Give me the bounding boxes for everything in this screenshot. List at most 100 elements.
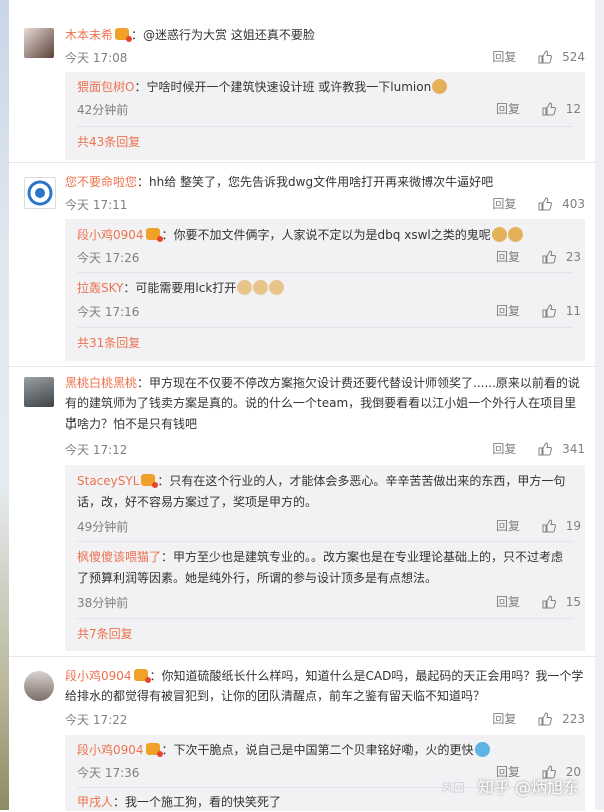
reply-text-line: StaceySYL ：只有在这个行业的人，才能体会多恶心。辛辛苦苦做出来的东西，甲… xyxy=(77,471,577,491)
reply-text: ：可能需要用lck打开 xyxy=(123,281,237,295)
reply-text: ：你要不加文件俩字，人家说不定以为是dbq xswl之类的鬼呢 xyxy=(161,228,491,242)
like-icon[interactable] xyxy=(538,196,553,211)
reply-button[interactable]: 回复 xyxy=(496,100,520,117)
reply-text: ：我一个施工狗，看的快笑死了 xyxy=(113,795,282,809)
like-count: 341 xyxy=(562,441,585,456)
divider xyxy=(77,541,573,542)
divider xyxy=(77,272,573,273)
like-count: 11 xyxy=(565,303,581,318)
divider xyxy=(77,126,573,127)
vip-badge-icon xyxy=(145,743,163,757)
reply-user[interactable]: 枫傻傻该喂猫了 xyxy=(77,550,161,564)
reply-button[interactable]: 回复 xyxy=(492,195,516,212)
like-icon[interactable] xyxy=(542,303,556,318)
reply-text: ：甲方至少也是建筑专业的。。改方案也是在专业理论基础上的，只不过考虑 xyxy=(161,550,564,564)
comment-text-line: 了啥力？怕不是只有钱吧 xyxy=(65,417,198,431)
reply-user[interactable]: 甲戌人 xyxy=(77,795,113,809)
comment-item: 您不要命啦您：hh给 整笑了，您先告诉我dwg文件用啥打开再来微博次牛逼好吧 今… xyxy=(9,162,595,367)
comment-user[interactable]: 段小鸡0904 xyxy=(65,669,132,683)
comment-actions: 回复 341 xyxy=(492,440,585,457)
like-icon[interactable] xyxy=(538,49,553,64)
avatar[interactable] xyxy=(24,671,54,701)
reply-text-line: 拉轰SKY：可能需要用lck打开 xyxy=(77,278,577,298)
comment-user[interactable]: 您不要命啦您 xyxy=(65,175,137,189)
comment-text-line: 黑桃白桃黑桃：甲方现在不仅要不停改方案拖欠设计费还要代替设计师领奖了......… xyxy=(65,373,585,393)
watermark-secondary: 凤回 xyxy=(440,781,465,795)
reply-actions: 回复 15 xyxy=(496,593,581,610)
vip-badge-icon xyxy=(145,228,163,242)
reply-button[interactable]: 回复 xyxy=(496,593,520,610)
reply-user[interactable]: 段小鸡0904 xyxy=(77,743,144,757)
reply-text-line: 猥面包树O：宁啥时候开一个建筑快速设计班 或许教我一下lumion xyxy=(77,77,577,97)
comment-text: ：你知道硫酸纸长什么样吗，知道什么是CAD吗，最起码的天正会用吗？我一个学 xyxy=(149,669,584,683)
like-count: 403 xyxy=(562,196,585,211)
avatar[interactable] xyxy=(24,177,56,209)
reply-button[interactable]: 回复 xyxy=(496,302,520,319)
like-count: 524 xyxy=(562,49,585,64)
comment-actions: 回复 524 xyxy=(492,48,585,65)
reply-text: ：宁啥时候开一个建筑快速设计班 或许教我一下lumion xyxy=(134,80,432,94)
more-replies-link[interactable]: 共7条回复 xyxy=(77,624,577,644)
comment-item: 木本未希 ：@迷惑行为大赏 这姐还真不要脸 今天 17:08 回复 524 猥面包… xyxy=(9,16,595,162)
more-replies-link[interactable]: 共43条回复 xyxy=(77,132,577,152)
reply-button[interactable]: 回复 xyxy=(492,48,516,65)
reply-user[interactable]: 猥面包树O xyxy=(77,80,134,94)
vip-badge-icon xyxy=(133,669,151,683)
cat-emoji-icon xyxy=(237,280,253,295)
right-background-edge xyxy=(595,0,604,810)
like-count: 19 xyxy=(565,518,581,533)
reply-text-line: 话，改，好不容易方案过了，奖项是甲方的。 xyxy=(77,495,318,509)
reply-text-line: 段小鸡0904 ：你要不加文件俩字，人家说不定以为是dbq xswl之类的鬼呢 xyxy=(77,225,577,245)
like-icon[interactable] xyxy=(542,594,556,609)
reply-user[interactable]: 段小鸡0904 xyxy=(77,228,144,242)
reply-actions: 回复 23 xyxy=(496,248,581,265)
like-count: 23 xyxy=(565,249,581,264)
reply-box: 猥面包树O：宁啥时候开一个建筑快速设计班 或许教我一下lumion 42分钟前 … xyxy=(65,72,585,160)
reply-button[interactable]: 回复 xyxy=(492,440,516,457)
comment-text: ：甲方现在不仅要不停改方案拖欠设计费还要代替设计师领奖了......原来以前看的… xyxy=(137,376,580,390)
reply-user[interactable]: StaceySYL xyxy=(77,474,139,488)
like-icon[interactable] xyxy=(538,711,553,726)
comment-text: ：@迷惑行为大赏 这姐还真不要脸 xyxy=(131,28,315,42)
dog-emoji-icon xyxy=(507,227,523,242)
comment-text-line: 给排水的都觉得有被冒犯到，让你的团队清醒点，前车之鉴有留天临不知道吗？ xyxy=(65,689,486,703)
reply-text: ：下次干脆点，说自己是中国第二个贝聿铭好嘞，火的更快 xyxy=(161,743,474,757)
reply-text: ：只有在这个行业的人，才能体会多恶心。辛辛苦苦做出来的东西，甲方一句 xyxy=(157,474,566,488)
divider xyxy=(77,327,573,328)
comment-user[interactable]: 黑桃白桃黑桃 xyxy=(65,376,137,390)
watermark: 知乎 @炳旭东 xyxy=(477,778,579,797)
like-count: 223 xyxy=(562,711,585,726)
like-icon[interactable] xyxy=(538,441,553,456)
reply-box: 段小鸡0904 ：下次干脆点，说自己是中国第二个贝聿铭好嘞，火的更快 今天 17:… xyxy=(65,735,585,811)
dog-emoji-icon xyxy=(491,227,507,242)
reply-button[interactable]: 回复 xyxy=(492,710,516,727)
comment-text: ：hh给 整笑了，您先告诉我dwg文件用啥打开再来微博次牛逼好吧 xyxy=(137,175,494,189)
comment-text-line: 您不要命啦您：hh给 整笑了，您先告诉我dwg文件用啥打开再来微博次牛逼好吧 xyxy=(65,172,585,192)
reply-text-line: 了预算利润等因素。她是纯外行，所谓的参与设计顶多是有点想法。 xyxy=(77,571,438,585)
vip-badge-icon xyxy=(141,474,159,488)
like-icon[interactable] xyxy=(542,101,556,116)
left-background-edge xyxy=(0,0,9,810)
comment-actions: 回复 223 xyxy=(492,710,585,727)
comment-text-line: 木本未希 ：@迷惑行为大赏 这姐还真不要脸 xyxy=(65,25,585,45)
cat-emoji-icon xyxy=(269,280,285,295)
more-replies-link[interactable]: 共31条回复 xyxy=(77,333,577,353)
reply-text-line: 枫傻傻该喂猫了：甲方至少也是建筑专业的。。改方案也是在专业理论基础上的，只不过考… xyxy=(77,547,577,567)
divider xyxy=(77,618,573,619)
reply-button[interactable]: 回复 xyxy=(496,248,520,265)
reply-text-line: 段小鸡0904 ：下次干脆点，说自己是中国第二个贝聿铭好嘞，火的更快 xyxy=(77,740,577,760)
avatar[interactable] xyxy=(24,377,54,407)
comment-user[interactable]: 木本未希 xyxy=(65,28,113,42)
reply-box: 段小鸡0904 ：你要不加文件俩字，人家说不定以为是dbq xswl之类的鬼呢 今… xyxy=(65,219,585,361)
avatar[interactable] xyxy=(24,28,54,58)
like-count: 15 xyxy=(565,594,581,609)
like-icon[interactable] xyxy=(542,249,556,264)
comment-actions: 回复 403 xyxy=(492,195,585,212)
reply-actions: 回复 11 xyxy=(496,302,581,319)
like-icon[interactable] xyxy=(542,518,556,533)
reply-box: StaceySYL ：只有在这个行业的人，才能体会多恶心。辛辛苦苦做出来的东西，甲… xyxy=(65,465,585,651)
reply-user[interactable]: 拉轰SKY xyxy=(77,281,123,295)
reply-button[interactable]: 回复 xyxy=(496,517,520,534)
reply-actions: 回复 19 xyxy=(496,517,581,534)
comment-panel: 木本未希 ：@迷惑行为大赏 这姐还真不要脸 今天 17:08 回复 524 猥面包… xyxy=(9,0,595,811)
